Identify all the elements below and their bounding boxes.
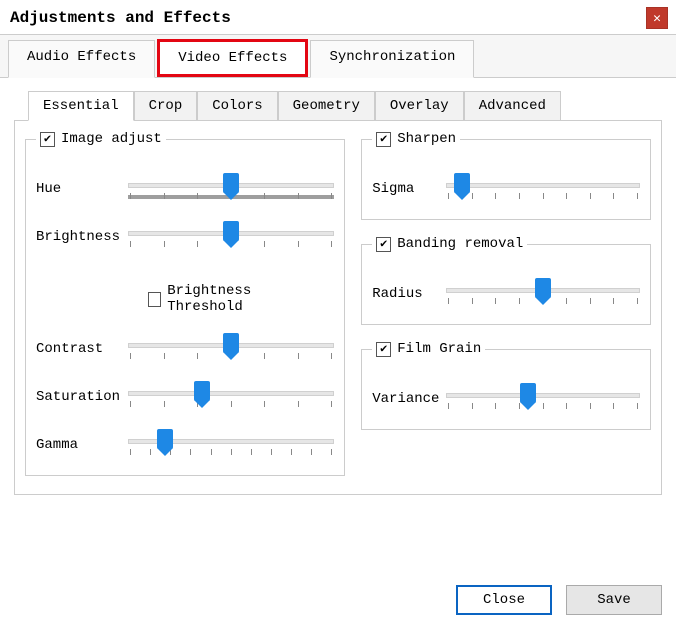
label-variance: Variance <box>372 391 446 407</box>
close-icon[interactable]: ✕ <box>646 7 668 29</box>
tab-advanced[interactable]: Advanced <box>464 91 561 121</box>
label-radius: Radius <box>372 286 446 302</box>
slider-variance[interactable] <box>446 385 640 413</box>
tab-overlay[interactable]: Overlay <box>375 91 464 121</box>
slider-brightness[interactable] <box>128 223 334 251</box>
tab-audio-effects[interactable]: Audio Effects <box>8 40 155 78</box>
label-saturation: Saturation <box>36 389 128 405</box>
checkbox-film-grain[interactable]: ✔ <box>376 342 391 357</box>
close-button[interactable]: Close <box>456 585 552 615</box>
slider-gamma[interactable] <box>128 431 334 459</box>
checkbox-brightness-threshold[interactable] <box>148 292 161 307</box>
tab-essential[interactable]: Essential <box>28 91 134 121</box>
slider-hue[interactable] <box>128 175 334 203</box>
group-image-adjust: ✔ Image adjust Hue Brightness <box>25 131 345 476</box>
tab-synchronization[interactable]: Synchronization <box>310 40 474 78</box>
label-image-adjust: Image adjust <box>61 131 162 147</box>
label-contrast: Contrast <box>36 341 128 357</box>
label-film-grain: Film Grain <box>397 341 481 357</box>
main-tabbar: Audio Effects Video Effects Synchronizat… <box>0 34 676 78</box>
label-sigma: Sigma <box>372 181 446 197</box>
label-hue: Hue <box>36 181 128 197</box>
slider-sigma[interactable] <box>446 175 640 203</box>
label-banding-removal: Banding removal <box>397 236 523 252</box>
group-banding-removal: ✔ Banding removal Radius <box>361 236 651 325</box>
tab-colors[interactable]: Colors <box>197 91 277 121</box>
slider-saturation[interactable] <box>128 383 334 411</box>
tab-crop[interactable]: Crop <box>134 91 198 121</box>
label-brightness-threshold: Brightness Threshold <box>167 283 312 315</box>
slider-radius[interactable] <box>446 280 640 308</box>
tab-geometry[interactable]: Geometry <box>278 91 375 121</box>
save-button[interactable]: Save <box>566 585 662 615</box>
checkbox-sharpen[interactable]: ✔ <box>376 132 391 147</box>
group-film-grain: ✔ Film Grain Variance <box>361 341 651 430</box>
label-gamma: Gamma <box>36 437 128 453</box>
tab-video-effects[interactable]: Video Effects <box>157 39 308 77</box>
window-title: Adjustments and Effects <box>10 9 231 27</box>
sub-tabbar: Essential Crop Colors Geometry Overlay A… <box>28 90 662 120</box>
slider-contrast[interactable] <box>128 335 334 363</box>
label-sharpen: Sharpen <box>397 131 456 147</box>
group-sharpen: ✔ Sharpen Sigma <box>361 131 651 220</box>
label-brightness: Brightness <box>36 229 128 245</box>
checkbox-banding-removal[interactable]: ✔ <box>376 237 391 252</box>
checkbox-image-adjust[interactable]: ✔ <box>40 132 55 147</box>
